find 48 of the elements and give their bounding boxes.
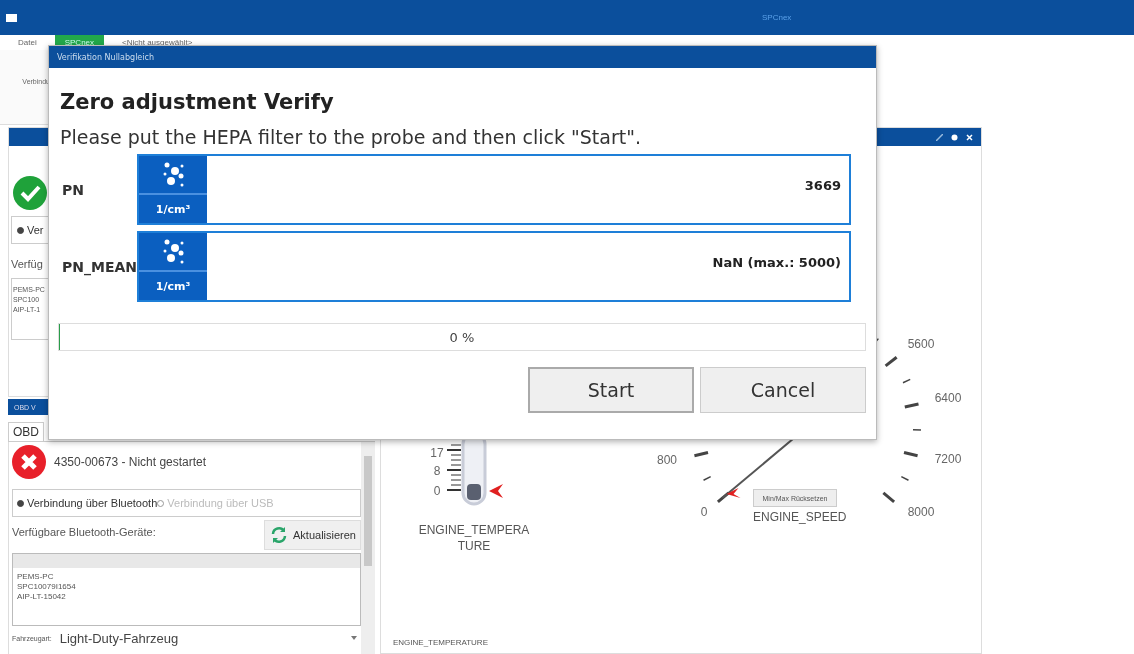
device-list[interactable]: PEMS-PC SPC10079I1654 AIP-LT-15042	[12, 553, 361, 626]
scale-label: 7200	[934, 452, 962, 466]
device-item[interactable]: SPC10079I1654	[17, 582, 356, 592]
scale-label: 0	[700, 505, 708, 519]
scale-label: 800	[657, 453, 677, 467]
footer-label: ENGINE_TEMPERATURE	[393, 638, 488, 647]
refresh-button[interactable]: Aktualisieren	[264, 520, 361, 550]
scale-label: 5600	[907, 337, 935, 351]
dialog-title: Verifikation Nullabgleich	[49, 46, 876, 68]
gauge-label: ENGINE_TEMPERATURE	[417, 522, 531, 554]
min-marker-icon	[726, 488, 741, 499]
dialog-heading: Zero adjustment Verify	[60, 90, 335, 114]
caret-icon	[351, 636, 357, 640]
instruction-text: Please put the HEPA filter to the probe and then click "Start".	[60, 126, 642, 148]
device-item[interactable]: AIP-LT-15042	[17, 592, 356, 602]
scale-label: 17	[430, 446, 444, 460]
pin-icon[interactable]	[936, 133, 943, 141]
measurement-value: NaN (max.: 5000)	[711, 254, 842, 272]
scale-label: 0	[433, 484, 441, 498]
radio-option[interactable]: Verbindung über Bluetooth	[17, 497, 158, 509]
cancel-button[interactable]: Cancel	[700, 367, 866, 413]
scale-label: 8	[433, 464, 441, 478]
scale-label: 6400	[934, 391, 962, 405]
app-title: SPCnex	[762, 13, 792, 22]
pointer-icon	[489, 484, 503, 498]
devices-label: Verfüg	[11, 258, 43, 270]
refresh-icon	[269, 525, 289, 545]
menu-tab[interactable]: Datei	[8, 35, 47, 50]
unit-label: 1/cm³	[139, 193, 207, 223]
vehicle-type-dropdown[interactable]: Light-Duty-Fahrzeug	[55, 630, 361, 646]
scale-label: 8000	[907, 505, 935, 519]
app-logo-icon	[6, 13, 17, 22]
measurement-value: 3669	[803, 177, 842, 195]
panel-tab[interactable]: OBD	[8, 422, 44, 441]
device-item[interactable]: PEMS-PC	[17, 572, 356, 582]
measurement-label: PN	[61, 181, 85, 198]
dot-icon[interactable]	[951, 133, 958, 141]
radio-option[interactable]: Ver	[17, 224, 44, 236]
gauge-label: ENGINE_SPEED	[753, 510, 847, 524]
close-icon[interactable]	[966, 133, 973, 141]
measurement-label: PN_MEAN	[61, 258, 137, 275]
status-text: 4350-00673 - Nicht gestartet	[54, 455, 207, 469]
error-icon	[12, 445, 46, 479]
start-button[interactable]: Start	[528, 367, 694, 413]
unit-label: 1/cm³	[139, 270, 207, 300]
progress-text: 0 %	[449, 329, 475, 345]
devices-label: Verfügbare Bluetooth-Geräte:	[12, 526, 156, 538]
scrollbar[interactable]	[361, 442, 375, 654]
